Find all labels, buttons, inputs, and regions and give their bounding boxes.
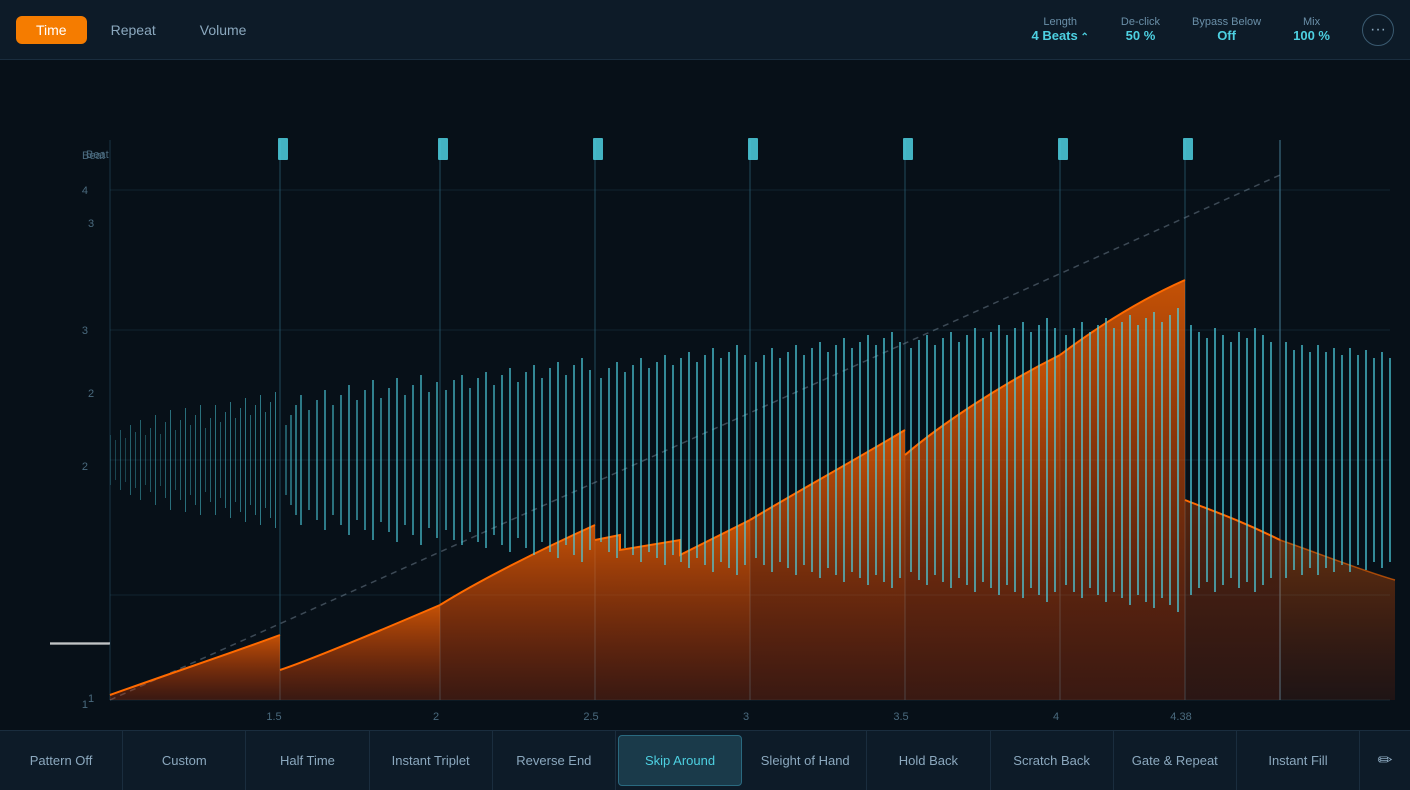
svg-text:4: 4	[1053, 711, 1059, 723]
visualization-svg: 1.5 2 2.5 3 3.5 4 4.38 Beat 4 3 2 1	[0, 60, 1410, 730]
param-declick-label: De-click	[1121, 16, 1160, 28]
param-mix-label: Mix	[1303, 16, 1320, 28]
preset-gate-repeat[interactable]: Gate & Repeat	[1114, 731, 1237, 790]
svg-text:4: 4	[82, 185, 88, 197]
param-bypass: Bypass Below Off	[1192, 16, 1261, 43]
tab-volume[interactable]: Volume	[180, 16, 267, 44]
svg-text:Beat: Beat	[86, 149, 109, 161]
svg-text:1.5: 1.5	[266, 711, 281, 723]
preset-custom[interactable]: Custom	[123, 731, 246, 790]
param-declick: De-click 50 %	[1121, 16, 1160, 43]
param-declick-value[interactable]: 50 %	[1126, 28, 1156, 43]
param-bypass-value[interactable]: Off	[1217, 28, 1236, 43]
top-bar: Time Repeat Volume Length 4 Beats De-cli…	[0, 0, 1410, 60]
edit-button[interactable]: ✏	[1360, 731, 1410, 790]
param-length-value[interactable]: 4 Beats	[1031, 28, 1088, 43]
preset-instant-fill[interactable]: Instant Fill	[1237, 731, 1360, 790]
more-button[interactable]: ···	[1362, 14, 1394, 46]
main-canvas: Beat 4 3 2 1	[0, 60, 1410, 730]
param-length-label: Length	[1043, 16, 1077, 28]
preset-instant-triplet[interactable]: Instant Triplet	[370, 731, 493, 790]
svg-text:4.38: 4.38	[1170, 711, 1191, 723]
svg-text:1: 1	[82, 699, 88, 711]
svg-text:2: 2	[433, 711, 439, 723]
preset-sleight-of-hand[interactable]: Sleight of Hand	[744, 731, 867, 790]
svg-text:2: 2	[82, 461, 88, 473]
param-mix: Mix 100 %	[1293, 16, 1330, 43]
preset-scratch-back[interactable]: Scratch Back	[991, 731, 1114, 790]
preset-pattern-off[interactable]: Pattern Off	[0, 731, 123, 790]
tab-repeat[interactable]: Repeat	[91, 16, 176, 44]
param-length: Length 4 Beats	[1031, 16, 1088, 43]
bottom-bar: Pattern Off Custom Half Time Instant Tri…	[0, 730, 1410, 790]
svg-text:3.5: 3.5	[893, 711, 908, 723]
preset-half-time[interactable]: Half Time	[246, 731, 369, 790]
tab-time[interactable]: Time	[16, 16, 87, 44]
preset-skip-around[interactable]: Skip Around	[618, 735, 742, 786]
preset-hold-back[interactable]: Hold Back	[867, 731, 990, 790]
tab-group: Time Repeat Volume	[16, 16, 266, 44]
top-right-params: Length 4 Beats De-click 50 % Bypass Belo…	[1031, 14, 1394, 46]
svg-text:3: 3	[743, 711, 749, 723]
svg-text:3: 3	[82, 325, 88, 337]
svg-text:2.5: 2.5	[583, 711, 598, 723]
preset-reverse-end[interactable]: Reverse End	[493, 731, 616, 790]
param-mix-value[interactable]: 100 %	[1293, 28, 1330, 43]
param-bypass-label: Bypass Below	[1192, 16, 1261, 28]
